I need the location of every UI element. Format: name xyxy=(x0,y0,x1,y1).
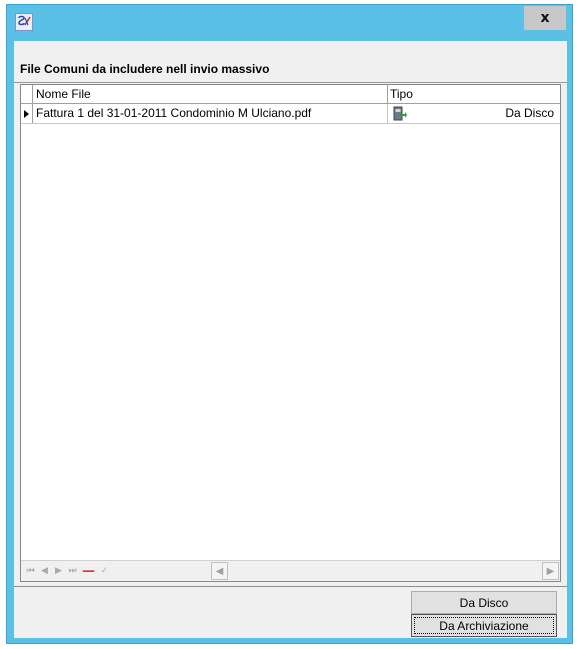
next-record-icon[interactable]: ▶ xyxy=(53,564,64,578)
title-bar[interactable]: x xyxy=(7,5,572,41)
row-indicator-header xyxy=(21,85,33,103)
close-button[interactable]: x xyxy=(524,6,566,30)
disk-import-icon xyxy=(393,106,409,121)
last-record-icon[interactable]: ⏭ xyxy=(67,564,78,578)
cell-tipo[interactable]: Da Disco xyxy=(413,104,557,123)
group-header: File Comuni da includere nell invio mass… xyxy=(14,41,567,83)
files-grid[interactable]: Nome File Tipo Fattura 1 del 31-01-2011 … xyxy=(20,84,561,582)
da-archiviazione-button[interactable]: Da Archiviazione xyxy=(411,614,557,637)
column-header-tipo[interactable]: Tipo xyxy=(388,85,560,103)
current-row-indicator xyxy=(21,104,33,123)
dialog-window: x File Comuni da includere nell invio ma… xyxy=(6,4,573,644)
app-logo-icon xyxy=(15,13,33,31)
group-title: File Comuni da includere nell invio mass… xyxy=(20,62,270,76)
grid-header: Nome File Tipo xyxy=(21,85,560,104)
scroll-left-button[interactable]: ◀ xyxy=(211,562,228,580)
table-row[interactable]: Fattura 1 del 31-01-2011 Condominio M Ul… xyxy=(21,104,560,124)
dialog-client-area: File Comuni da includere nell invio mass… xyxy=(14,41,567,638)
da-disco-button[interactable]: Da Disco xyxy=(411,591,557,614)
horizontal-scrollbar-track[interactable] xyxy=(228,562,543,580)
prior-record-icon[interactable]: ◀ xyxy=(39,564,50,578)
column-header-nome-file[interactable]: Nome File xyxy=(34,85,388,103)
close-icon: x xyxy=(540,10,550,26)
first-record-icon[interactable]: ⏮ xyxy=(25,564,36,578)
delete-record-icon[interactable]: — xyxy=(82,564,95,579)
row-pointer-icon xyxy=(24,109,29,118)
grid-navigator: ⏮ ◀ ▶ ⏭ — ✓ ◀ ▶ xyxy=(21,560,560,581)
post-record-icon[interactable]: ✓ xyxy=(99,564,110,578)
cell-file-name[interactable]: Fattura 1 del 31-01-2011 Condominio M Ul… xyxy=(34,104,388,123)
scroll-right-button[interactable]: ▶ xyxy=(542,562,559,580)
button-panel: Da Disco Da Archiviazione xyxy=(14,586,567,638)
